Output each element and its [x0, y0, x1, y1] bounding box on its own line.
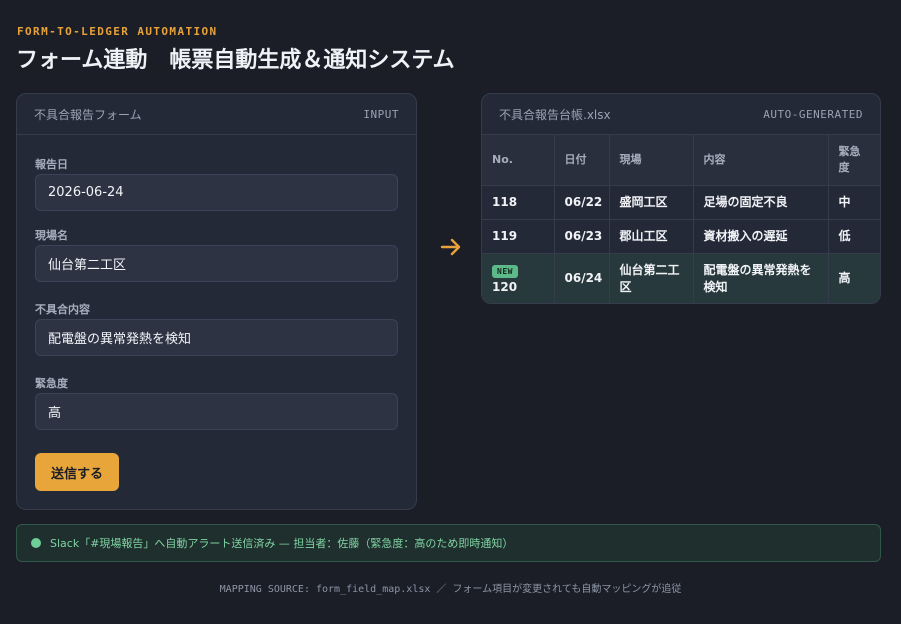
- cell-date: 06/22: [554, 185, 610, 220]
- auto-generated-tag: AUTO-GENERATED: [763, 107, 863, 121]
- table-header-row: No. 日付 現場 内容 緊急度: [482, 135, 880, 186]
- table-row[interactable]: 118 06/22 盛岡工区 足場の固定不良 中: [482, 185, 880, 220]
- column-header-urgency: 緊急度: [828, 135, 880, 186]
- cell-no: 119: [482, 219, 555, 254]
- report-form-card: 不具合報告フォーム INPUT 報告日 2026-06-24 現場名 仙台第二工…: [16, 93, 417, 510]
- cell-no: NEW 120: [482, 253, 555, 303]
- column-header-date: 日付: [554, 135, 610, 186]
- cell-urgency: 中: [828, 185, 880, 220]
- notification-text: Slack「#現場報告」へ自動アラート送信済み — 担当者：佐藤（緊急度：高のた…: [50, 537, 514, 550]
- column-header-content: 内容: [693, 135, 829, 186]
- eyebrow-label: FORM-TO-LEDGER AUTOMATION: [17, 25, 218, 38]
- column-header-no: No.: [482, 135, 555, 186]
- cell-date: 06/24: [554, 253, 610, 303]
- submit-button[interactable]: 送信する: [35, 453, 119, 491]
- cell-no: 118: [482, 185, 555, 220]
- slack-notification-banner: Slack「#現場報告」へ自動アラート送信済み — 担当者：佐藤（緊急度：高のた…: [16, 524, 881, 562]
- form-card-header: 不具合報告フォーム INPUT: [17, 94, 416, 135]
- page-title: フォーム連動 帳票自動生成＆通知システム: [16, 48, 455, 73]
- table-row[interactable]: 119 06/23 郡山工区 資材搬入の遅延 低: [482, 219, 880, 254]
- input-tag: INPUT: [363, 107, 399, 121]
- ledger-card: 不具合報告台帳.xlsx AUTO-GENERATED No. 日付 現場 内容…: [481, 93, 881, 304]
- mapping-source-footer: MAPPING SOURCE: form_field_map.xlsx ／ フォ…: [219, 584, 682, 595]
- urgency-label: 緊急度: [35, 377, 68, 390]
- arrow-right-icon: [438, 232, 464, 262]
- cell-content: 資材搬入の遅延: [693, 219, 829, 254]
- cell-site: 郡山工区: [609, 219, 694, 254]
- cell-site: 仙台第二工区: [609, 253, 694, 303]
- ledger-table: No. 日付 現場 内容 緊急度 118 06/22 盛岡工区 足場の固定不良 …: [482, 135, 880, 303]
- cell-site: 盛岡工区: [609, 185, 694, 220]
- site-name-field[interactable]: 仙台第二工区: [35, 245, 398, 282]
- defect-content-field[interactable]: 配電盤の異常発熱を検知: [35, 319, 398, 356]
- table-row-new[interactable]: NEW 120 06/24 仙台第二工区 配電盤の異常発熱を検知 高: [482, 253, 880, 303]
- defect-content-label: 不具合内容: [35, 303, 90, 316]
- site-name-label: 現場名: [35, 229, 68, 242]
- form-name: 不具合報告フォーム: [34, 107, 142, 122]
- cell-date: 06/23: [554, 219, 610, 254]
- cell-content: 配電盤の異常発熱を検知: [693, 253, 829, 303]
- new-badge: NEW: [492, 264, 518, 278]
- column-header-site: 現場: [609, 135, 694, 186]
- cell-content: 足場の固定不良: [693, 185, 829, 220]
- urgency-field[interactable]: 高: [35, 393, 398, 430]
- report-date-field[interactable]: 2026-06-24: [35, 174, 398, 211]
- report-date-label: 報告日: [35, 158, 68, 171]
- cell-urgency: 高: [828, 253, 880, 303]
- ledger-card-header: 不具合報告台帳.xlsx AUTO-GENERATED: [482, 94, 880, 135]
- ledger-file-name: 不具合報告台帳.xlsx: [499, 107, 611, 122]
- cell-urgency: 低: [828, 219, 880, 254]
- status-dot-icon: [31, 538, 41, 548]
- cell-no-value: 120: [492, 279, 518, 294]
